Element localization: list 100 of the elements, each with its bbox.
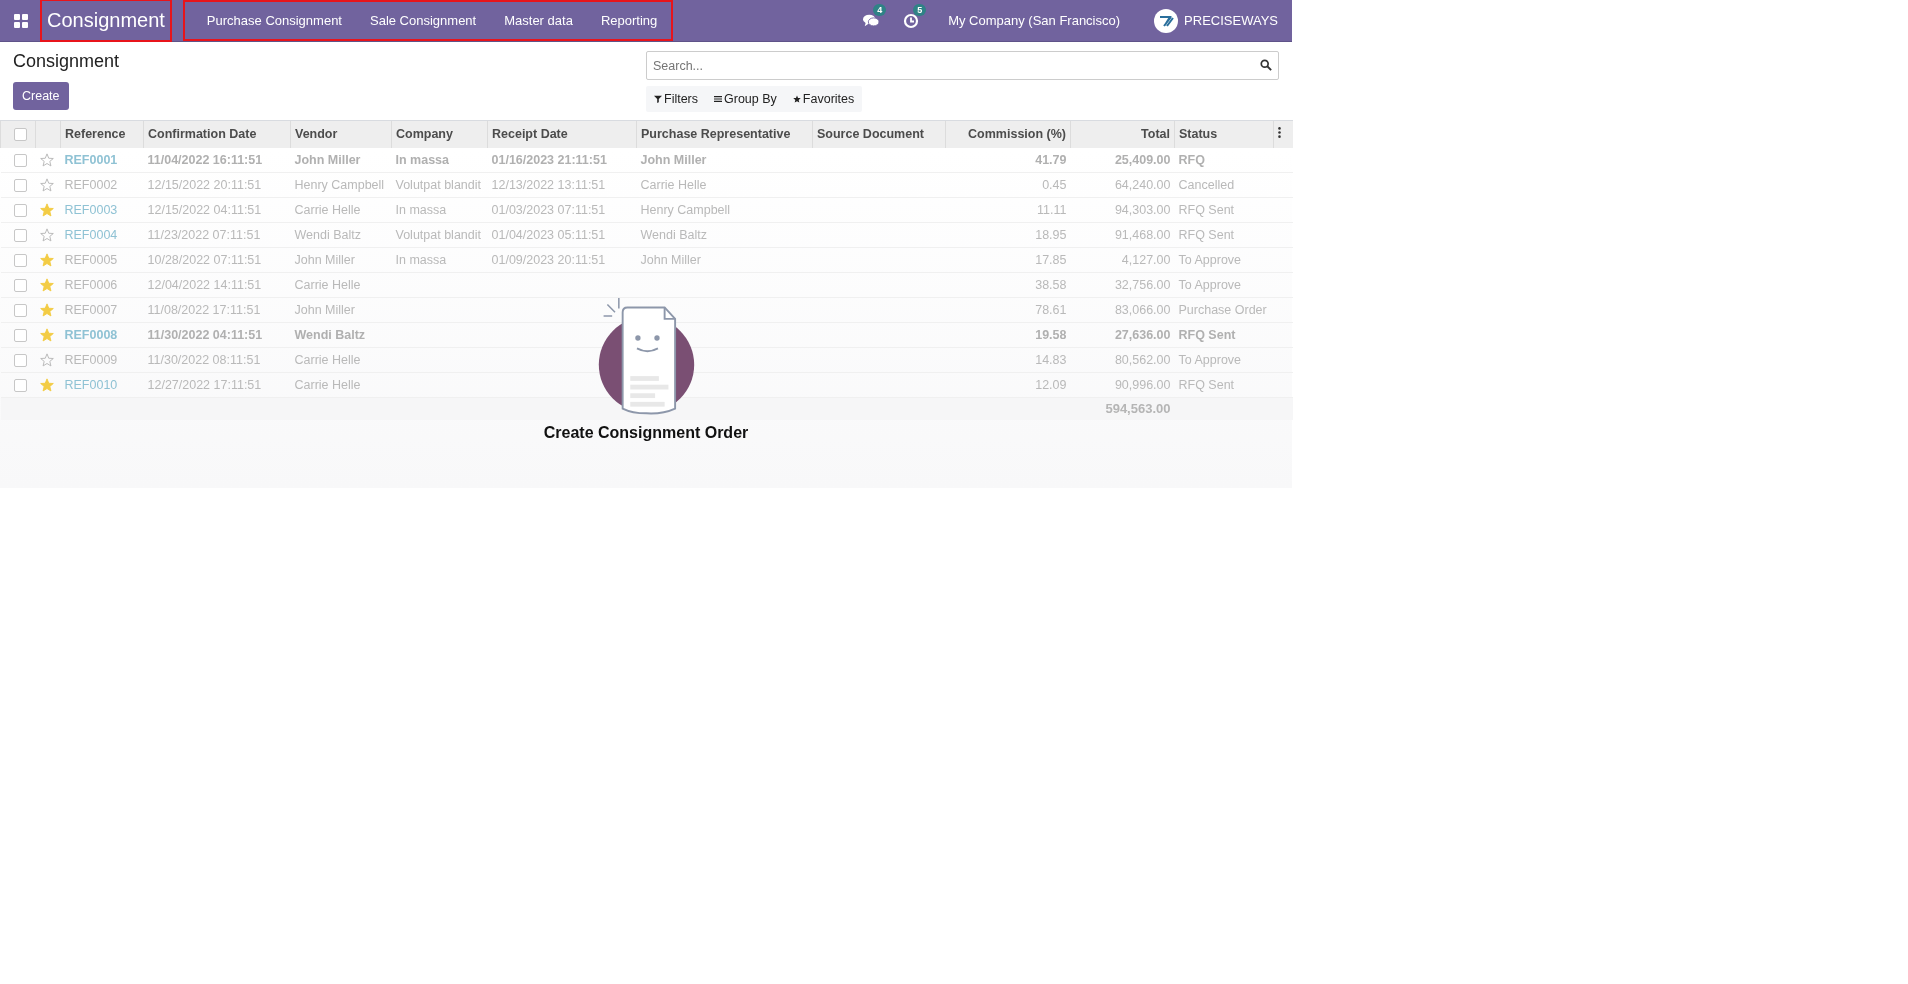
create-button[interactable]: Create — [13, 82, 69, 110]
table-cell: 12/15/2022 20:11:51 — [147, 177, 262, 192]
table-cell: Volutpat blandit — [395, 227, 481, 242]
row-checkbox[interactable] — [14, 203, 27, 217]
table-cell: Henry Campbell — [294, 177, 385, 192]
table-cell: 14.83 — [1035, 352, 1067, 367]
company-switcher[interactable]: My Company (San Francisco) — [948, 13, 1121, 28]
table-cell: 90,996.00 — [1114, 377, 1171, 392]
sum-total: 594,563.00 — [1105, 401, 1171, 416]
table-cell: 94,303.00 — [1114, 202, 1171, 217]
table-cell: In massa — [395, 152, 449, 167]
menu-item[interactable]: Master data — [490, 13, 587, 28]
table-cell: John Miller — [294, 252, 355, 267]
table-cell: 17.85 — [1035, 252, 1067, 267]
star-icon[interactable] — [39, 352, 54, 367]
filter-button[interactable]: Favorites — [784, 86, 863, 112]
column-header[interactable]: Vendor — [290, 120, 392, 148]
table-cell: 38.58 — [1035, 277, 1067, 292]
table-cell: RFQ Sent — [1178, 202, 1235, 217]
table-cell: John Miller — [294, 152, 361, 167]
table-cell: 25,409.00 — [1114, 152, 1171, 167]
list-icon — [714, 95, 723, 103]
table-cell: 12/27/2022 17:11:51 — [147, 377, 262, 392]
column-header[interactable]: Commission (%) — [945, 120, 1071, 148]
column-options-icon[interactable] — [1278, 127, 1281, 139]
column-header[interactable]: Purchase Representative — [636, 120, 813, 148]
table-cell: Purchase Order — [1178, 302, 1267, 317]
column-header[interactable]: Source Document — [812, 120, 946, 148]
star-icon[interactable] — [39, 227, 54, 242]
filter-button[interactable]: Group By — [706, 86, 785, 112]
table-cell: Carrie Helle — [294, 277, 361, 292]
star-icon[interactable] — [39, 152, 54, 167]
row-checkbox[interactable] — [14, 228, 27, 242]
menu-item[interactable]: Reporting — [586, 13, 672, 28]
column-header[interactable]: Receipt Date — [487, 120, 637, 148]
row-checkbox[interactable] — [14, 278, 27, 292]
table-cell: Carrie Helle — [294, 202, 361, 217]
star-icon[interactable] — [39, 327, 54, 342]
star-icon[interactable] — [39, 252, 54, 267]
table-cell: John Miller — [640, 152, 707, 167]
table-cell: In massa — [395, 252, 447, 267]
table-cell: RFQ Sent — [1178, 227, 1235, 242]
table-cell: Volutpat blandit — [395, 177, 481, 192]
chat-icon[interactable] — [863, 12, 880, 29]
table-cell: John Miller — [294, 302, 355, 317]
star-icon[interactable] — [39, 202, 54, 217]
table-cell: To Approve — [1178, 352, 1242, 367]
table-cell: 12/13/2022 13:11:51 — [491, 177, 606, 192]
row-checkbox[interactable] — [14, 178, 27, 192]
table-cell: To Approve — [1178, 252, 1242, 267]
table-cell: 12/15/2022 04:11:51 — [147, 202, 262, 217]
filter-button[interactable]: Filters — [646, 86, 707, 112]
table-cell: 10/28/2022 07:11:51 — [147, 252, 262, 267]
star-icon[interactable] — [39, 277, 54, 292]
star-icon[interactable] — [39, 302, 54, 317]
row-checkbox[interactable] — [14, 303, 27, 317]
search-field[interactable]: Search... — [646, 51, 1279, 80]
apps-menu-icon[interactable] — [14, 13, 28, 28]
table-cell: Carrie Helle — [640, 177, 707, 192]
funnel-icon — [654, 95, 662, 103]
table-cell: Cancelled — [1178, 177, 1235, 192]
table-cell: 19.58 — [1035, 327, 1067, 342]
star-icon[interactable] — [39, 177, 54, 192]
table-cell: Wendi Baltz — [640, 227, 707, 242]
table-cell: 0.45 — [1042, 177, 1067, 192]
table-cell: Wendi Baltz — [294, 227, 361, 242]
table-cell: 11.11 — [1037, 202, 1067, 217]
menu-item[interactable]: Purchase Consignment — [192, 13, 356, 28]
table-cell: 64,240.00 — [1114, 177, 1171, 192]
user-name[interactable]: PRECISEWAYS — [1184, 13, 1278, 28]
column-header[interactable]: Company — [391, 120, 488, 148]
table-cell: 11/30/2022 08:11:51 — [147, 352, 261, 367]
search-icon[interactable] — [1260, 59, 1272, 71]
select-all-checkbox[interactable] — [14, 128, 27, 142]
table-cell: 01/09/2023 20:11:51 — [491, 252, 606, 267]
page-title: Consignment — [13, 51, 120, 72]
table-cell: John Miller — [640, 252, 701, 267]
column-header[interactable]: Reference — [60, 120, 144, 148]
menu-item[interactable]: Sale Consignment — [356, 13, 491, 28]
table-cell: 78.61 — [1035, 302, 1067, 317]
app-title[interactable]: Consignment — [47, 9, 165, 32]
table-cell: RFQ Sent — [1178, 327, 1236, 342]
column-header[interactable]: Confirmation Date — [143, 120, 291, 148]
row-checkbox[interactable] — [14, 378, 27, 392]
star-icon[interactable] — [39, 377, 54, 392]
table-cell: 11/23/2022 07:11:51 — [147, 227, 261, 242]
column-header[interactable]: Status — [1174, 120, 1274, 148]
table-cell: To Approve — [1178, 277, 1242, 292]
row-checkbox[interactable] — [14, 253, 27, 267]
table-cell: 12/04/2022 14:11:51 — [147, 277, 262, 292]
clock-icon[interactable] — [903, 12, 920, 29]
table-cell: RFQ Sent — [1178, 377, 1235, 392]
table-cell: 27,636.00 — [1114, 327, 1171, 342]
row-checkbox[interactable] — [14, 353, 27, 367]
table-cell: 11/04/2022 16:11:51 — [147, 152, 263, 167]
row-checkbox[interactable] — [14, 328, 27, 342]
column-header[interactable]: Total — [1070, 120, 1175, 148]
row-checkbox[interactable] — [14, 153, 27, 167]
table-cell: 32,756.00 — [1114, 277, 1171, 292]
user-avatar-icon[interactable] — [1154, 8, 1179, 33]
